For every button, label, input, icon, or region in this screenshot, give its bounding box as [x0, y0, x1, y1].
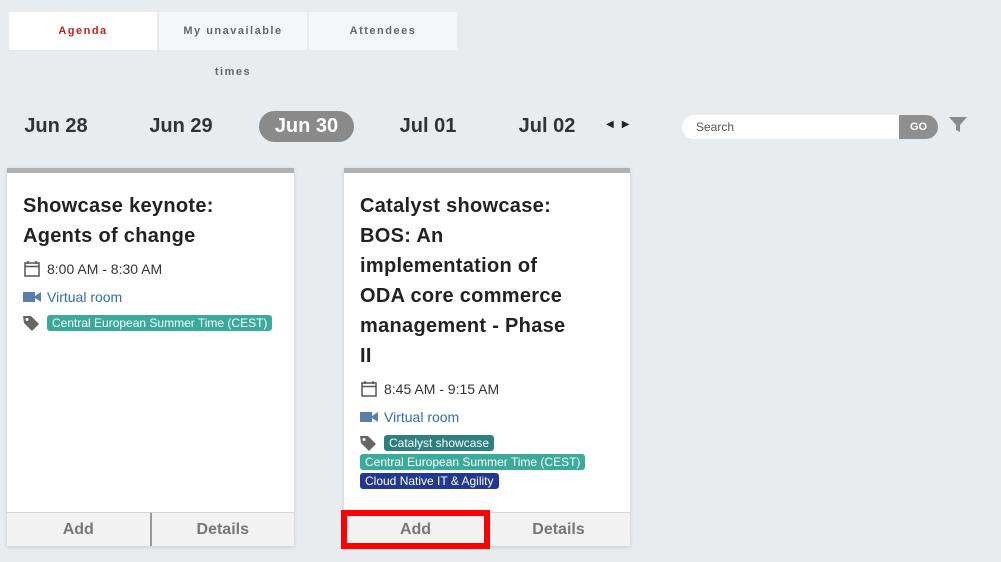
- session-location-row: Virtual room: [23, 287, 278, 307]
- session-title: Catalyst showcase: BOS: An implementatio…: [360, 191, 614, 371]
- session-title-line: Showcase keynote:: [23, 195, 214, 217]
- session-tag[interactable]: Catalyst showcase: [384, 435, 495, 451]
- video-camera-icon: [360, 412, 378, 422]
- tab-my-unavailable-times-label-line2: times: [214, 66, 252, 78]
- tag-icon: [23, 316, 39, 331]
- session-tags-row: Central European Summer Time (CEST): [23, 315, 278, 334]
- date-jun-29[interactable]: Jun 29: [135, 111, 227, 142]
- session-title-line: Catalyst showcase:: [360, 195, 552, 217]
- session-card: Catalyst showcase: BOS: An implementatio…: [341, 168, 630, 549]
- session-title: Showcase keynote: Agents of change: [23, 191, 278, 251]
- session-location-row: Virtual room: [360, 407, 614, 427]
- virtual-room-link[interactable]: Virtual room: [47, 289, 122, 305]
- session-time-row: 8:45 AM - 9:15 AM: [360, 379, 614, 399]
- tab-attendees[interactable]: Attendees: [309, 12, 457, 50]
- date-jun-28[interactable]: Jun 28: [10, 111, 102, 142]
- session-time: 8:00 AM - 8:30 AM: [47, 261, 163, 277]
- session-time-row: 8:00 AM - 8:30 AM: [23, 259, 278, 279]
- video-camera-icon: [23, 292, 41, 302]
- session-title-line: Agents of change: [23, 225, 196, 247]
- tab-my-unavailable-times-label-line1: My unavailable: [183, 25, 283, 37]
- details-button[interactable]: Details: [149, 513, 295, 546]
- add-button[interactable]: Add: [7, 513, 150, 546]
- search-go-button[interactable]: GO: [899, 115, 938, 139]
- session-card: Showcase keynote: Agents of change 8:00 …: [7, 168, 294, 546]
- tab-my-unavailable-times[interactable]: My unavailable times: [159, 12, 307, 78]
- session-tag[interactable]: Central European Summer Time (CEST): [47, 315, 273, 331]
- date-jul-01[interactable]: Jul 01: [382, 111, 474, 142]
- search-input[interactable]: [682, 115, 902, 139]
- session-title-line: ODA core commerce: [360, 285, 563, 307]
- card-actions: Add Details: [341, 510, 630, 549]
- date-jun-30[interactable]: Jun 30: [259, 111, 354, 142]
- date-jul-02[interactable]: Jul 02: [501, 111, 593, 142]
- tab-bar: Agenda My unavailable times Attendees: [9, 12, 459, 78]
- session-time: 8:45 AM - 9:15 AM: [384, 381, 500, 397]
- session-tag[interactable]: Cloud Native IT & Agility: [360, 473, 499, 489]
- session-tags-row: Catalyst showcase Central European Summe…: [360, 435, 614, 492]
- details-button[interactable]: Details: [487, 513, 630, 546]
- session-title-line: BOS: An: [360, 225, 444, 247]
- session-title-line: implementation of: [360, 255, 538, 277]
- card-actions: Add Details: [7, 512, 294, 546]
- chevron-right-icon[interactable]: ▶: [622, 119, 638, 130]
- session-tag[interactable]: Central European Summer Time (CEST): [360, 454, 586, 470]
- virtual-room-link[interactable]: Virtual room: [384, 409, 459, 425]
- chevron-left-icon[interactable]: ◀: [606, 119, 622, 130]
- calendar-icon: [24, 261, 40, 277]
- date-nav: ◀▶: [606, 119, 637, 130]
- tab-agenda[interactable]: Agenda: [9, 12, 157, 50]
- session-title-line: management - Phase: [360, 315, 566, 337]
- session-title-line: II: [360, 345, 372, 367]
- add-button[interactable]: Add: [341, 510, 490, 549]
- calendar-icon: [361, 381, 377, 397]
- filter-icon[interactable]: [948, 116, 968, 134]
